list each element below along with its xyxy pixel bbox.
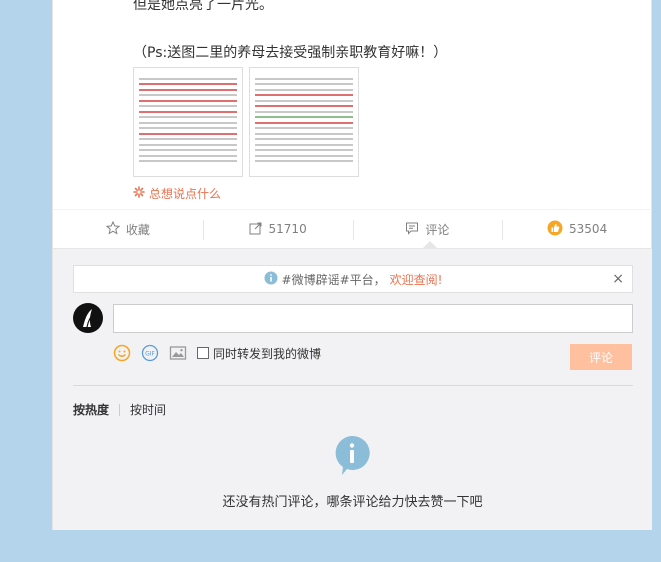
post-text-line-1: 但是她点亮了一片光。 bbox=[133, 0, 273, 13]
checkbox[interactable] bbox=[197, 347, 209, 359]
empty-comments-message: 还没有热门评论，哪条评论给力快去赞一下吧 bbox=[222, 495, 483, 510]
divider bbox=[73, 385, 633, 386]
image-icon[interactable] bbox=[169, 344, 187, 362]
comment-label: 评论 bbox=[425, 222, 450, 237]
comment-sort-tabs: 按热度 按时间 bbox=[73, 401, 166, 418]
tab-sort-hot[interactable]: 按热度 bbox=[73, 401, 109, 418]
info-icon bbox=[333, 435, 371, 477]
rumor-notice-bar: #微博辟谣#平台， 欢迎查阅! × bbox=[73, 265, 633, 293]
comment-prompt-label: 总想说点什么 bbox=[149, 187, 222, 201]
favorite-button[interactable]: 收藏 bbox=[53, 210, 203, 248]
repost-icon bbox=[249, 221, 263, 238]
gif-icon[interactable]: GIF bbox=[141, 344, 159, 362]
post-action-bar: 收藏 51710 评论 53504 bbox=[53, 209, 652, 248]
post-image-1[interactable] bbox=[133, 67, 243, 177]
comment-panel-caret bbox=[423, 241, 437, 248]
avatar[interactable] bbox=[73, 303, 103, 333]
thumbs-up-icon bbox=[547, 220, 563, 239]
tab-sort-time[interactable]: 按时间 bbox=[130, 401, 166, 418]
post-text-line-2: （Ps:送图二里的养母去接受强制亲职教育好嘛！） bbox=[133, 45, 448, 61]
info-icon bbox=[264, 271, 278, 288]
like-button[interactable]: 53504 bbox=[502, 210, 652, 248]
emoji-icon[interactable] bbox=[113, 344, 131, 362]
comment-icon bbox=[405, 221, 419, 238]
post-image-2[interactable] bbox=[249, 67, 359, 177]
repost-button[interactable]: 51710 bbox=[202, 210, 353, 248]
comment-prompt[interactable]: 总想说点什么 bbox=[133, 185, 221, 202]
comment-input[interactable] bbox=[113, 304, 633, 333]
repost-checkbox[interactable]: 同时转发到我的微博 bbox=[197, 345, 321, 362]
favorite-label: 收藏 bbox=[125, 222, 150, 237]
like-count: 53504 bbox=[569, 222, 608, 236]
weibo-post-card: 但是她点亮了一片光。 （Ps:送图二里的养母去接受强制亲职教育好嘛！） 总想说点… bbox=[52, 0, 652, 530]
comment-tools: GIF 同时转发到我的微博 bbox=[113, 344, 321, 362]
sparkle-icon bbox=[133, 186, 145, 201]
repost-count: 51710 bbox=[268, 222, 307, 236]
star-icon bbox=[105, 220, 121, 238]
tab-separator bbox=[119, 403, 121, 416]
repost-checkbox-label: 同时转发到我的微博 bbox=[213, 346, 322, 361]
close-icon[interactable]: × bbox=[612, 271, 624, 287]
submit-comment-button[interactable]: 评论 bbox=[570, 344, 632, 370]
comment-panel: #微博辟谣#平台， 欢迎查阅! × GIF 同时转发到我的微博 评论 按热度 按… bbox=[53, 248, 652, 530]
notice-text: #微博辟谣#平台， bbox=[281, 272, 386, 287]
post-images bbox=[133, 67, 359, 177]
notice-link[interactable]: 欢迎查阅! bbox=[390, 271, 443, 288]
svg-text:GIF: GIF bbox=[145, 351, 155, 358]
